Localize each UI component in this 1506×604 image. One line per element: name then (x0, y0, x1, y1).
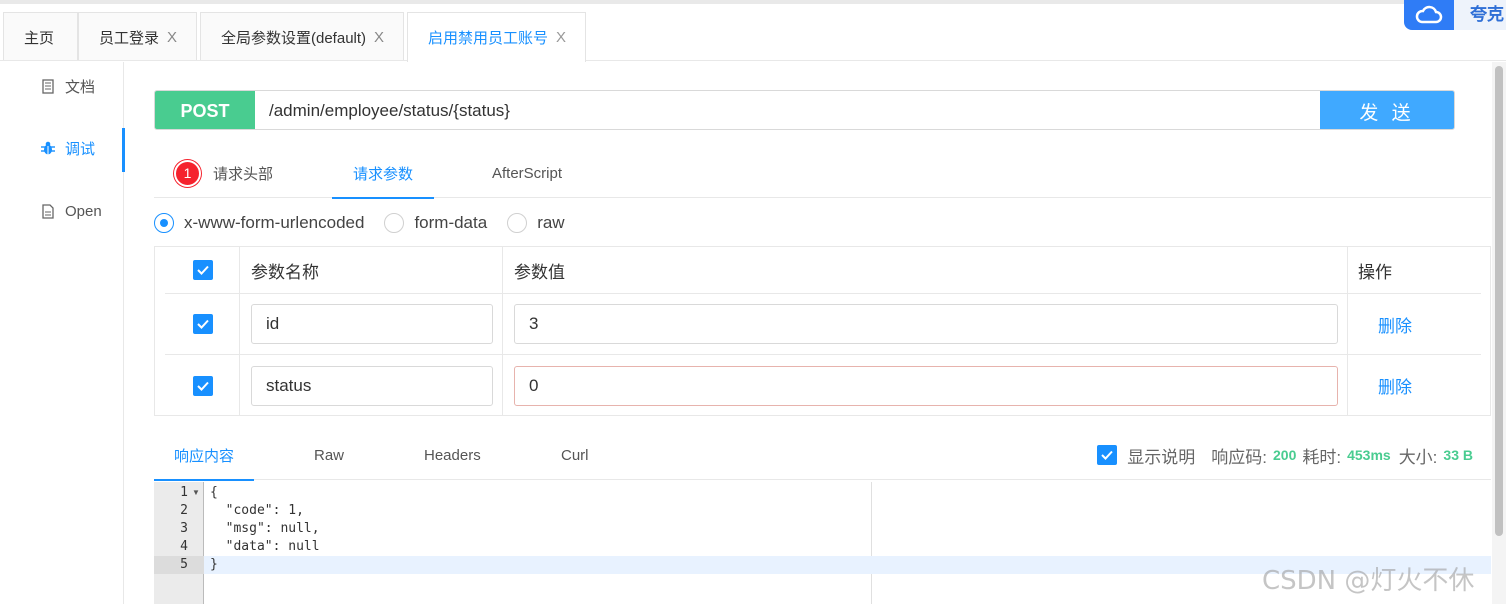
tab-label: Raw (314, 446, 345, 464)
checkbox-checked-icon (193, 314, 213, 334)
checkbox-checked-icon (193, 375, 213, 396)
tab-response-headers[interactable]: Headers (424, 430, 481, 480)
params-table: 参数名称 参数值 操作 id 3 删除 status 0 删除 (154, 246, 1491, 416)
close-icon[interactable]: X (374, 29, 384, 46)
response-time-label: 耗时: (1302, 447, 1342, 467)
tab-response-body[interactable]: 响应内容 (154, 430, 255, 481)
app-root: 夸克 主页 员工登录 X 全局参数设置(default) X 启用禁用员工账号 … (0, 0, 1506, 604)
checkbox-checked-icon (193, 260, 213, 280)
sidebar-item-open[interactable]: Open (0, 191, 124, 231)
tab-label: 响应内容 (174, 447, 235, 465)
tab-label: 请求头部 (213, 165, 274, 183)
bug-icon (40, 140, 56, 156)
code-line: "code": 1, (210, 503, 304, 518)
watermark: CSDN @灯火不休 (1262, 566, 1475, 596)
tab-label: 全局参数设置(default) (221, 29, 367, 47)
method-badge[interactable]: POST (155, 91, 255, 129)
tab-label: AfterScript (492, 164, 563, 182)
url-input[interactable]: /admin/employee/status/{status} (255, 91, 1320, 129)
tab-label: 主页 (24, 29, 55, 47)
tab-label: 请求参数 (353, 165, 414, 183)
tab-response-curl[interactable]: Curl (561, 430, 589, 480)
table-row: status 0 删除 (165, 355, 1481, 416)
line-number: 2 (180, 503, 188, 518)
tab-label: Curl (561, 446, 589, 464)
sidebar-item-label: Open (65, 202, 102, 220)
response-meta: 显示说明 响应码: 200 耗时: 453ms 大小: 33 B (1097, 430, 1473, 480)
line-number: 4 (180, 539, 188, 554)
tab-enable-disable-employee[interactable]: 启用禁用员工账号 X (407, 12, 586, 62)
delete-link[interactable]: 删除 (1378, 373, 1412, 398)
radio-dot (384, 213, 405, 233)
sidebar-item-label: 调试 (65, 140, 96, 158)
tab-bar: 主页 员工登录 X 全局参数设置(default) X 启用禁用员工账号 X (0, 12, 1506, 62)
radio-label: form-data (414, 213, 488, 232)
content-type-radio-group: x-www-form-urlencoded form-data raw (154, 210, 585, 236)
param-value-input[interactable]: 3 (514, 304, 1338, 344)
radio-dot (154, 213, 174, 233)
scrollbar-thumb[interactable] (1495, 66, 1503, 536)
tab-global-params[interactable]: 全局参数设置(default) X (200, 12, 404, 61)
response-code-label: 响应码: (1211, 447, 1267, 467)
tab-request-params[interactable]: 请求参数 (332, 148, 435, 199)
tab-afterscript[interactable]: AfterScript (492, 148, 562, 198)
line-number: 5 (154, 556, 204, 574)
sidebar-item-docs[interactable]: 文档 (0, 66, 124, 106)
param-value-input[interactable]: 0 (514, 365, 1338, 406)
code-line: { (210, 485, 218, 500)
sidebar-item-label: 文档 (65, 78, 96, 96)
column-header-name: 参数名称 (251, 262, 319, 282)
send-button[interactable]: 发 送 (1320, 91, 1454, 129)
radio-label: x-www-form-urlencoded (184, 213, 365, 232)
delete-link[interactable]: 删除 (1378, 312, 1412, 337)
fold-toggle-icon[interactable]: ▼ (192, 484, 200, 502)
sidebar: 文档 调试 Open (0, 62, 125, 604)
tab-employee-login[interactable]: 员工登录 X (78, 12, 197, 61)
close-icon[interactable]: X (556, 29, 566, 46)
code-line: "msg": null, (210, 521, 320, 536)
radio-label: raw (537, 213, 565, 232)
response-tabs: 响应内容 Raw Headers Curl 显示说明 响应码: 200 耗时: … (154, 430, 1491, 481)
radio-raw[interactable]: raw (507, 213, 565, 233)
code-line: "data": null (210, 539, 320, 554)
request-subtabs: 1 请求头部 请求参数 AfterScript (154, 148, 1491, 199)
response-code-editor[interactable]: 1 ▼ 2 3 4 5 { "code": 1, "msg": null, "d… (154, 482, 1491, 604)
show-desc-label: 显示说明 (1127, 447, 1196, 467)
headers-count-badge: 1 (174, 159, 201, 187)
line-number: 3 (180, 521, 188, 536)
radio-dot (507, 213, 528, 233)
response-size-label: 大小: (1398, 447, 1438, 467)
document-icon (40, 78, 56, 94)
tab-home[interactable]: 主页 (3, 12, 78, 61)
sidebar-item-debug[interactable]: 调试 (0, 128, 125, 172)
tab-label: Headers (424, 446, 481, 464)
show-desc-checkbox[interactable] (1097, 445, 1118, 465)
response-time-value: 453ms (1347, 447, 1391, 463)
table-row: id 3 删除 (165, 294, 1481, 355)
request-bar: POST /admin/employee/status/{status} 发 送 (154, 90, 1455, 130)
tab-response-raw[interactable]: Raw (314, 430, 344, 480)
param-name-input[interactable]: id (251, 304, 493, 344)
radio-form-data[interactable]: form-data (384, 213, 487, 233)
select-all-checkbox[interactable] (193, 247, 213, 293)
tab-label: 员工登录 (99, 29, 160, 47)
top-border (0, 0, 1506, 4)
column-header-ops: 操作 (1358, 262, 1392, 282)
param-name-input[interactable]: status (251, 365, 493, 406)
file-icon (40, 203, 56, 219)
row-checkbox[interactable] (193, 294, 213, 354)
close-icon[interactable]: X (167, 29, 177, 46)
radio-urlencoded[interactable]: x-www-form-urlencoded (154, 213, 364, 233)
params-header-row: 参数名称 参数值 操作 (165, 247, 1481, 294)
response-code-value: 200 (1273, 447, 1297, 463)
row-checkbox[interactable] (193, 355, 213, 416)
vertical-scrollbar[interactable] (1492, 62, 1506, 604)
response-size-value: 33 B (1443, 447, 1473, 463)
column-header-value: 参数值 (514, 262, 565, 282)
tab-request-headers[interactable]: 1 请求头部 (174, 148, 273, 198)
tab-label: 启用禁用员工账号 (428, 30, 549, 47)
